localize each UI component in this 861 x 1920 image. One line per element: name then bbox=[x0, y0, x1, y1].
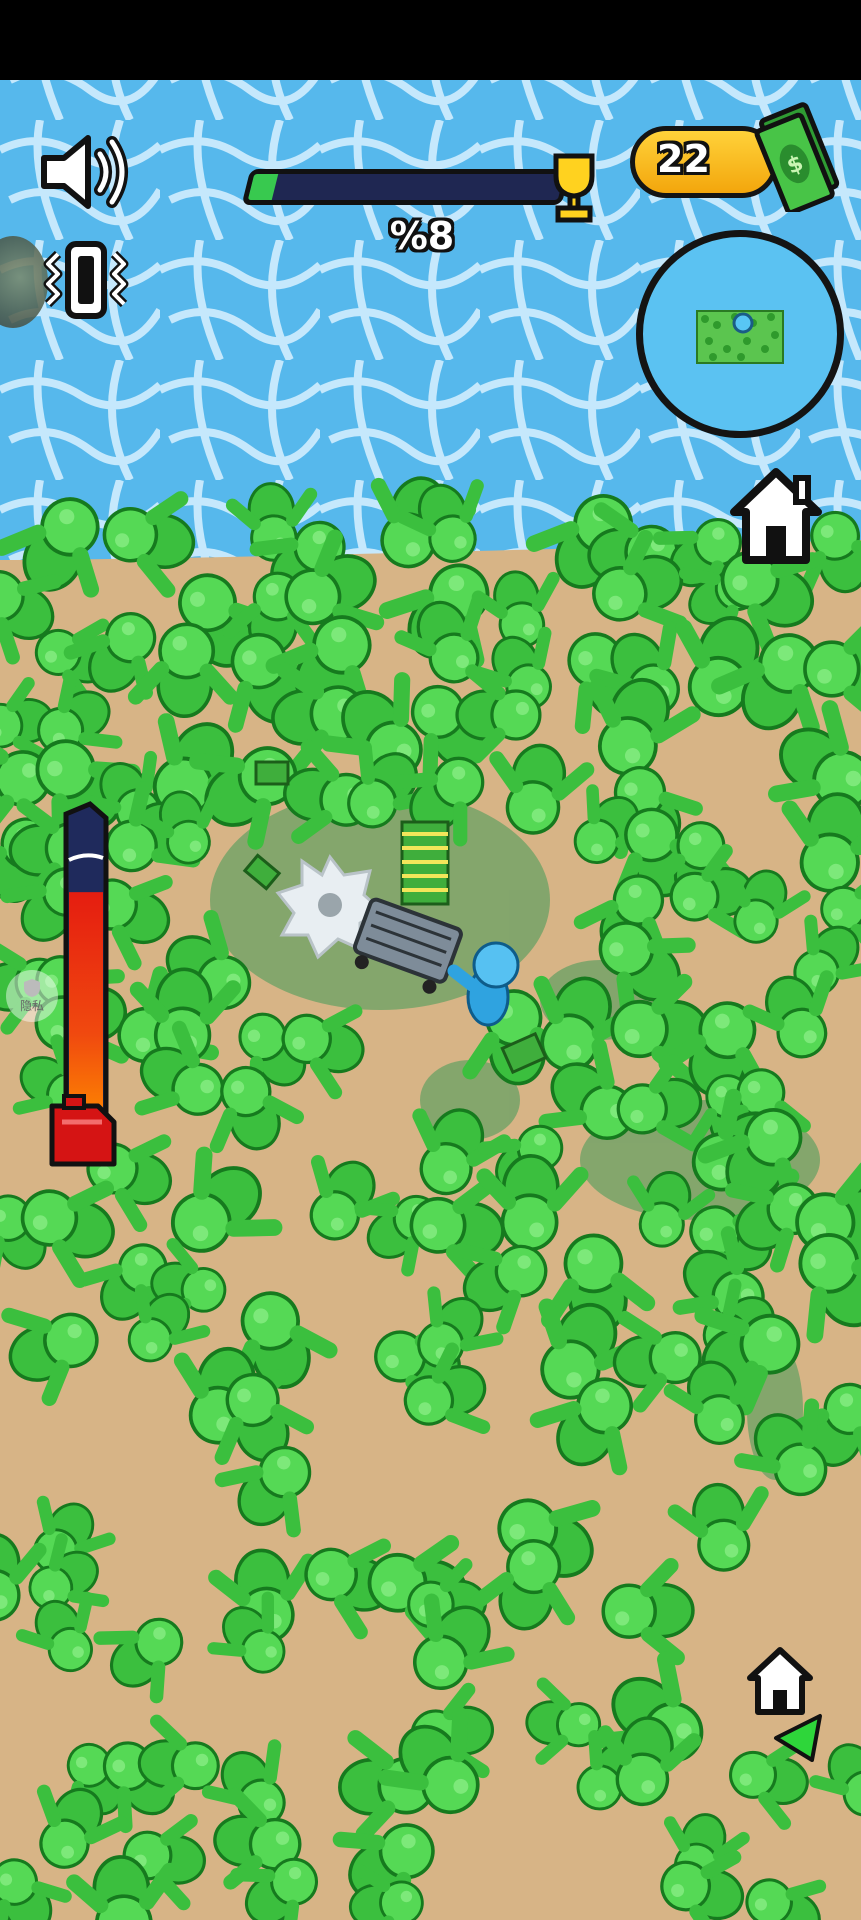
cash-stack bbox=[400, 820, 450, 906]
trophy-icon bbox=[548, 152, 600, 226]
shield-icon bbox=[24, 979, 40, 997]
cash-icon: $ bbox=[748, 100, 848, 215]
minimap[interactable] bbox=[636, 230, 844, 438]
privacy-label: 隐私 bbox=[19, 999, 44, 1013]
level-progress-bar bbox=[241, 165, 571, 211]
progress-percent: %8 bbox=[389, 214, 455, 258]
home-direction-marker bbox=[744, 1644, 816, 1720]
progress-fill bbox=[247, 174, 279, 200]
privacy-badge[interactable]: 隐私 bbox=[6, 970, 58, 1022]
arrow-icon bbox=[770, 1712, 826, 1768]
fuel-can-icon bbox=[44, 1092, 124, 1172]
vibrate-icon bbox=[43, 241, 129, 319]
speaker-icon bbox=[41, 135, 128, 209]
money-amount: 22 bbox=[657, 137, 710, 181]
player-marker-icon bbox=[732, 312, 754, 334]
home-icon bbox=[730, 468, 822, 564]
sound-toggle-button[interactable] bbox=[38, 130, 134, 214]
home-button[interactable] bbox=[726, 464, 826, 572]
vibration-toggle-button[interactable] bbox=[38, 238, 134, 322]
home-icon bbox=[747, 1647, 813, 1715]
status-bar bbox=[0, 0, 861, 80]
